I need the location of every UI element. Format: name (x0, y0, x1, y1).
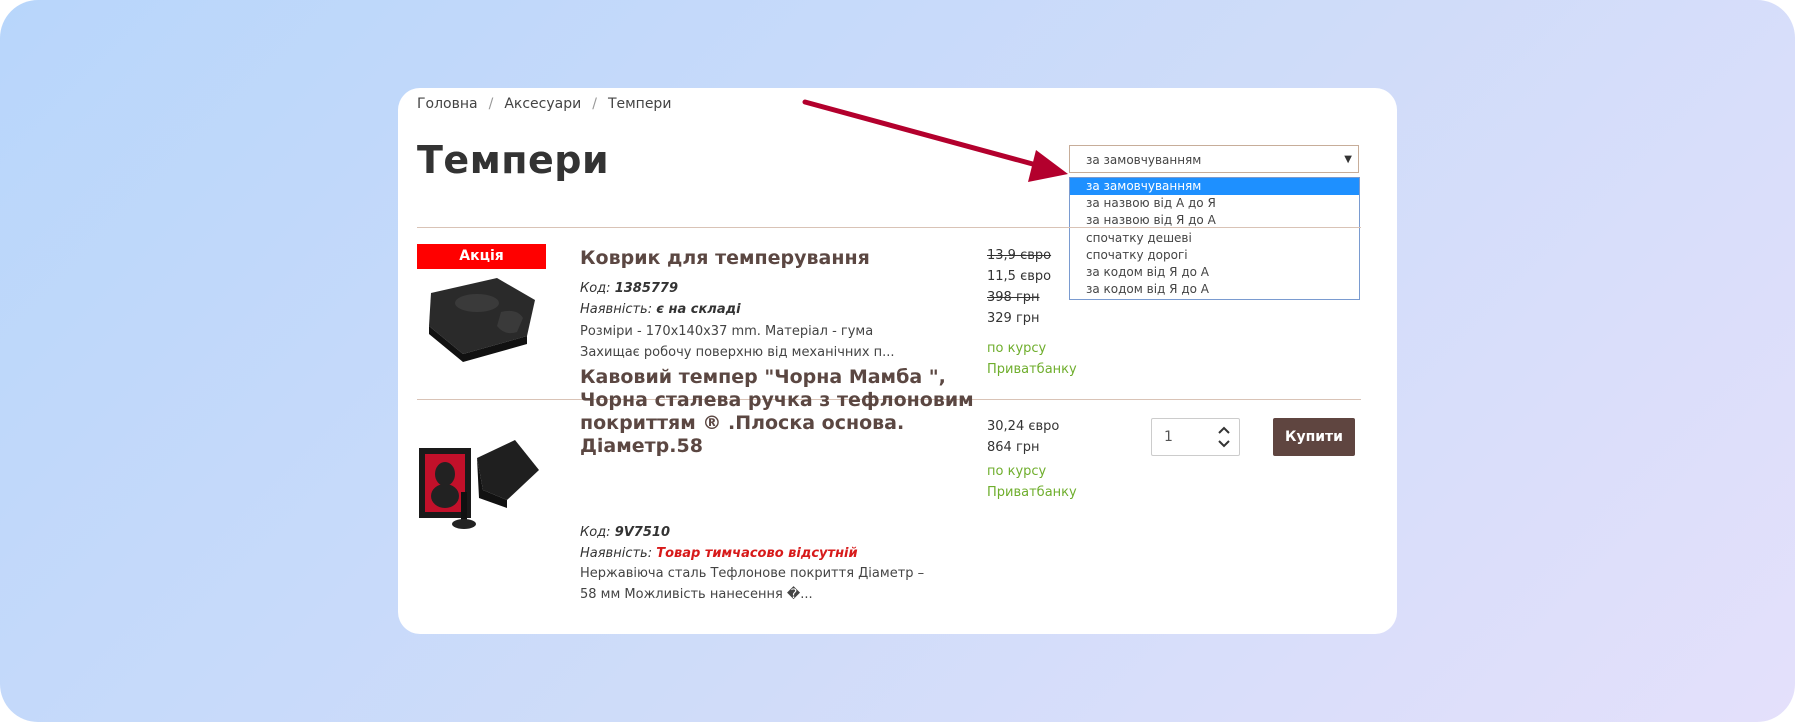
rate-note-line: по курсу (987, 464, 1047, 479)
sort-option-default[interactable]: за замовчуванням (1070, 178, 1359, 196)
product-code: Код: 1385779 (580, 281, 678, 296)
rate-note: по курсу Приватбанку (987, 461, 1077, 503)
breadcrumb-current: Темпери (607, 96, 672, 112)
price-eur: 11,5 євро (987, 269, 1052, 284)
product-availability: Наявність: є на складі (580, 302, 741, 317)
sort-select[interactable]: за замовчуванням ▼ (1069, 145, 1359, 173)
product-description: Розміри - 170x140x37 mm. Матеріал - гума… (580, 324, 895, 360)
product-title-line: покриттям ® .Плоска основа. (580, 412, 905, 434)
breadcrumb: Головна / Аксесуари / Темпери (417, 96, 671, 112)
product-title[interactable]: Коврик для темперування (580, 247, 870, 270)
price-uah: 329 грн (987, 311, 1040, 326)
breadcrumb-home[interactable]: Головна (417, 96, 478, 112)
product-image-tamper[interactable] (417, 418, 547, 538)
availability-label: Наявність: (580, 302, 653, 317)
screenshot-frame: Головна / Аксесуари / Темпери Темпери за… (0, 0, 1795, 722)
price-eur: 30,24 євро (987, 419, 1060, 434)
product-code-label: Код: (580, 525, 611, 540)
price-uah: 864 грн (987, 440, 1040, 455)
sort-option-expensive-first[interactable]: спочатку дорогі (1070, 247, 1359, 264)
product-code-value: 9V7510 (614, 525, 670, 540)
product-prices: 30,24 євро 864 грн (987, 416, 1059, 458)
old-price-uah: 398 грн (987, 290, 1040, 305)
rate-note-line: Приватбанку (987, 485, 1077, 500)
availability-value: є на складі (656, 302, 741, 317)
caret-down-icon: ▼ (1344, 154, 1352, 165)
sort-selected-value: за замовчуванням (1086, 153, 1202, 167)
product-title-line: Чорна сталева ручка з тефлоновим (580, 389, 974, 411)
sale-badge: Акція (417, 244, 546, 269)
product-title[interactable]: Кавовий темпер "Чорна Мамба ", Чорна ста… (580, 366, 974, 458)
quantity-stepper[interactable]: 1 (1151, 418, 1240, 456)
sort-option-code-desc[interactable]: за кодом від Я до А (1070, 264, 1359, 281)
sort-option-cheap-first[interactable]: спочатку дешеві (1070, 230, 1359, 247)
breadcrumb-separator: / (488, 96, 494, 112)
breadcrumb-separator: / (592, 96, 597, 112)
catalog-card: Головна / Аксесуари / Темпери Темпери за… (398, 88, 1397, 634)
product-availability: Наявність: Товар тимчасово відсутній (580, 546, 858, 561)
old-price-eur: 13,9 євро (987, 248, 1052, 263)
product-code-value: 1385779 (614, 281, 679, 296)
product-code: Код: 9V7510 (580, 525, 670, 540)
product-code-label: Код: (580, 281, 611, 296)
availability-label: Наявність: (580, 546, 653, 561)
breadcrumb-accessories[interactable]: Аксесуари (504, 96, 581, 112)
stepper-arrows-icon[interactable] (1217, 423, 1231, 451)
buy-button[interactable]: Купити (1273, 418, 1355, 456)
rate-note-line: Приватбанку (987, 362, 1077, 377)
product-title-line: Кавовий темпер "Чорна Мамба ", (580, 366, 946, 388)
product-prices: 13,9 євро 11,5 євро 398 грн 329 грн (987, 245, 1051, 329)
sort-option-code-desc-2[interactable]: за кодом від Я до А (1070, 281, 1359, 298)
availability-value: Товар тимчасово відсутній (656, 546, 858, 561)
divider (417, 227, 1361, 228)
page-title: Темпери (417, 138, 610, 182)
sort-option-name-asc[interactable]: за назвою від А до Я (1070, 195, 1359, 212)
sort-dropdown-list: за замовчуванням за назвою від А до Я за… (1069, 177, 1360, 300)
rate-note: по курсу Приватбанку (987, 338, 1077, 380)
quantity-value: 1 (1164, 429, 1173, 445)
rate-note-line: по курсу (987, 341, 1047, 356)
product-title-line: Діаметр.58 (580, 435, 703, 457)
product-description: Нержавіюча сталь Тефлонове покриття Діам… (580, 566, 925, 602)
